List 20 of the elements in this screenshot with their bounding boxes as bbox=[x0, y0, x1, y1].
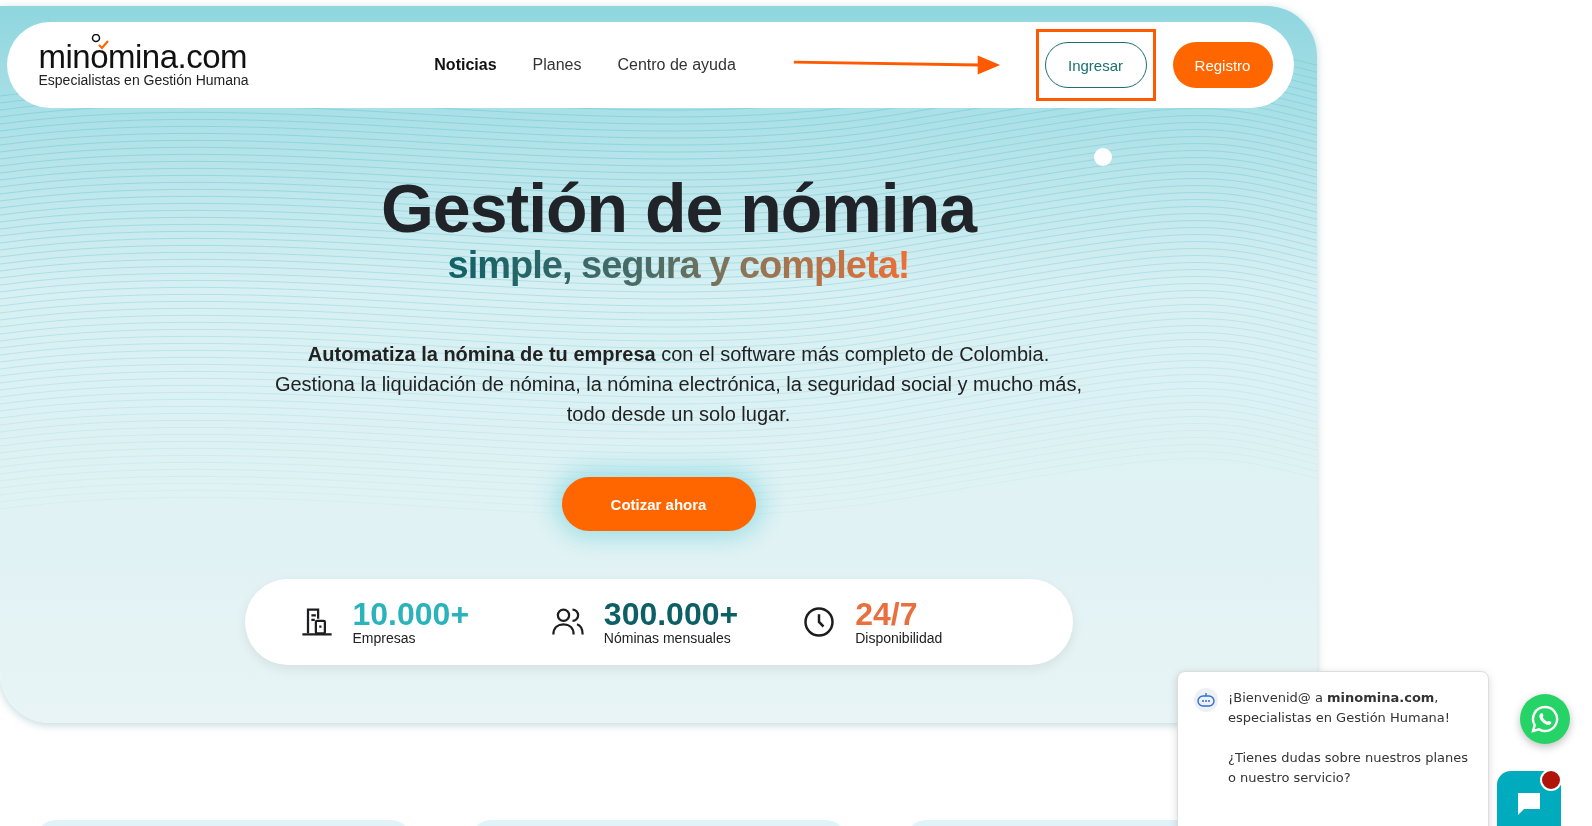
stat-value: 24/7 bbox=[855, 598, 919, 630]
nav-link[interactable]: Centro de ayuda bbox=[617, 56, 736, 74]
stat-value: 300.000+ bbox=[603, 598, 739, 630]
login-button[interactable]: Ingresar bbox=[1044, 42, 1147, 88]
whatsapp-icon bbox=[1530, 704, 1560, 734]
robot-icon bbox=[1194, 688, 1218, 712]
nav-link[interactable]: Noticias bbox=[434, 56, 497, 74]
stat-value: 10.000+ bbox=[352, 598, 470, 630]
chat-message: ¿Tienes dudas sobre nuestros planes o nuestro servicio? bbox=[1228, 749, 1470, 787]
logo-tagline: Especialistas en Gestión Humana bbox=[38, 72, 250, 88]
stat-label: Nóminas mensuales bbox=[603, 630, 732, 646]
stat-label: Disponibilidad bbox=[855, 630, 943, 646]
chat-message: ¡Bienvenid@ a minomina.com, especialistas en Gestión Humana! bbox=[1228, 689, 1452, 727]
stat-label: Empresas bbox=[352, 630, 417, 646]
nav-link[interactable]: Planes bbox=[532, 56, 582, 74]
hero-title: Gestión de nómina bbox=[380, 172, 977, 244]
hero-description: Automatiza la nómina de tu empresa con el software más completo de Colombia. Gestiona la liquidación de nómina, la nómina electrónica, la seguridad social y mucho más, todo desde un solo lugar. bbox=[273, 342, 1084, 427]
logo-name[interactable]: minomina.com bbox=[38, 42, 405, 72]
slider-dot bbox=[1094, 148, 1112, 166]
chat-button[interactable] bbox=[1497, 771, 1561, 826]
